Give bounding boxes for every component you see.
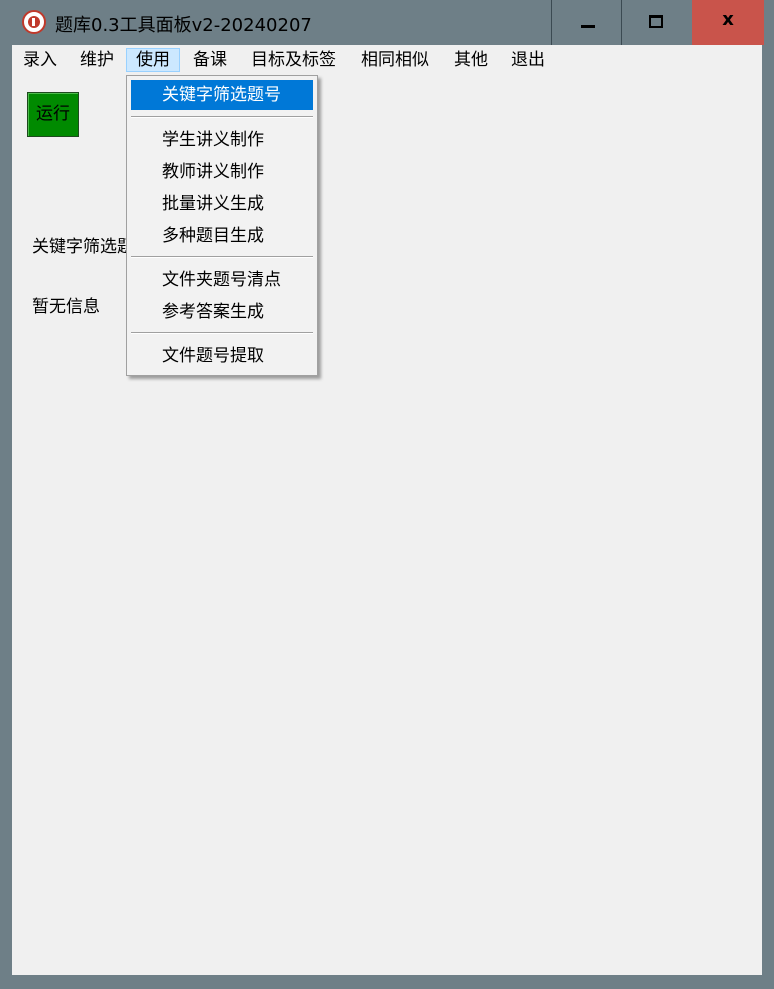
maximize-button[interactable] xyxy=(621,0,691,45)
menu-option-multi-question[interactable]: 多种题目生成 xyxy=(131,221,313,251)
menu-item-goals-tags[interactable]: 目标及标签 xyxy=(242,48,345,72)
menu-item-maintain[interactable]: 维护 xyxy=(71,48,123,72)
menu-item-use[interactable]: 使用 xyxy=(126,48,180,72)
maximize-icon xyxy=(649,15,663,28)
menu-separator xyxy=(131,256,313,258)
menu-item-lesson-prep[interactable]: 备课 xyxy=(184,48,236,72)
status-text: 暂无信息 xyxy=(32,297,100,317)
minimize-button[interactable] xyxy=(551,0,621,45)
use-menu-dropdown: 关键字筛选题号 学生讲义制作 教师讲义制作 批量讲义生成 多种题目生成 文件夹题… xyxy=(126,75,318,376)
close-button[interactable]: x xyxy=(692,0,764,45)
menu-option-teacher-handout[interactable]: 教师讲义制作 xyxy=(131,157,313,187)
menu-option-file-extract[interactable]: 文件题号提取 xyxy=(131,341,313,371)
menu-item-exit[interactable]: 退出 xyxy=(502,48,554,72)
app-window: 题库0.3工具面板v2-20240207 x 录入 维护 使用 备课 目标及标签… xyxy=(0,0,774,989)
menu-option-keyword-filter[interactable]: 关键字筛选题号 xyxy=(131,80,313,110)
menu-separator xyxy=(131,332,313,334)
menu-item-entry[interactable]: 录入 xyxy=(14,48,66,72)
menu-option-folder-count[interactable]: 文件夹题号清点 xyxy=(131,265,313,295)
menu-option-answer-generate[interactable]: 参考答案生成 xyxy=(131,297,313,327)
menu-option-batch-handout[interactable]: 批量讲义生成 xyxy=(131,189,313,219)
menu-item-same-similar[interactable]: 相同相似 xyxy=(352,48,438,72)
menu-bar: 录入 维护 使用 备课 目标及标签 相同相似 其他 退出 xyxy=(12,45,762,75)
menu-separator xyxy=(131,116,313,118)
menu-item-other[interactable]: 其他 xyxy=(445,48,497,72)
window-title: 题库0.3工具面板v2-20240207 xyxy=(55,15,312,36)
close-icon: x xyxy=(722,9,734,30)
minimize-icon xyxy=(581,25,595,28)
app-logo-icon[interactable] xyxy=(22,10,46,34)
client-area: 录入 维护 使用 备课 目标及标签 相同相似 其他 退出 运行 关键字筛选题号 … xyxy=(12,45,762,975)
title-bar[interactable]: 题库0.3工具面板v2-20240207 x xyxy=(0,0,774,45)
menu-option-student-handout[interactable]: 学生讲义制作 xyxy=(131,125,313,155)
run-button[interactable]: 运行 xyxy=(27,92,79,137)
